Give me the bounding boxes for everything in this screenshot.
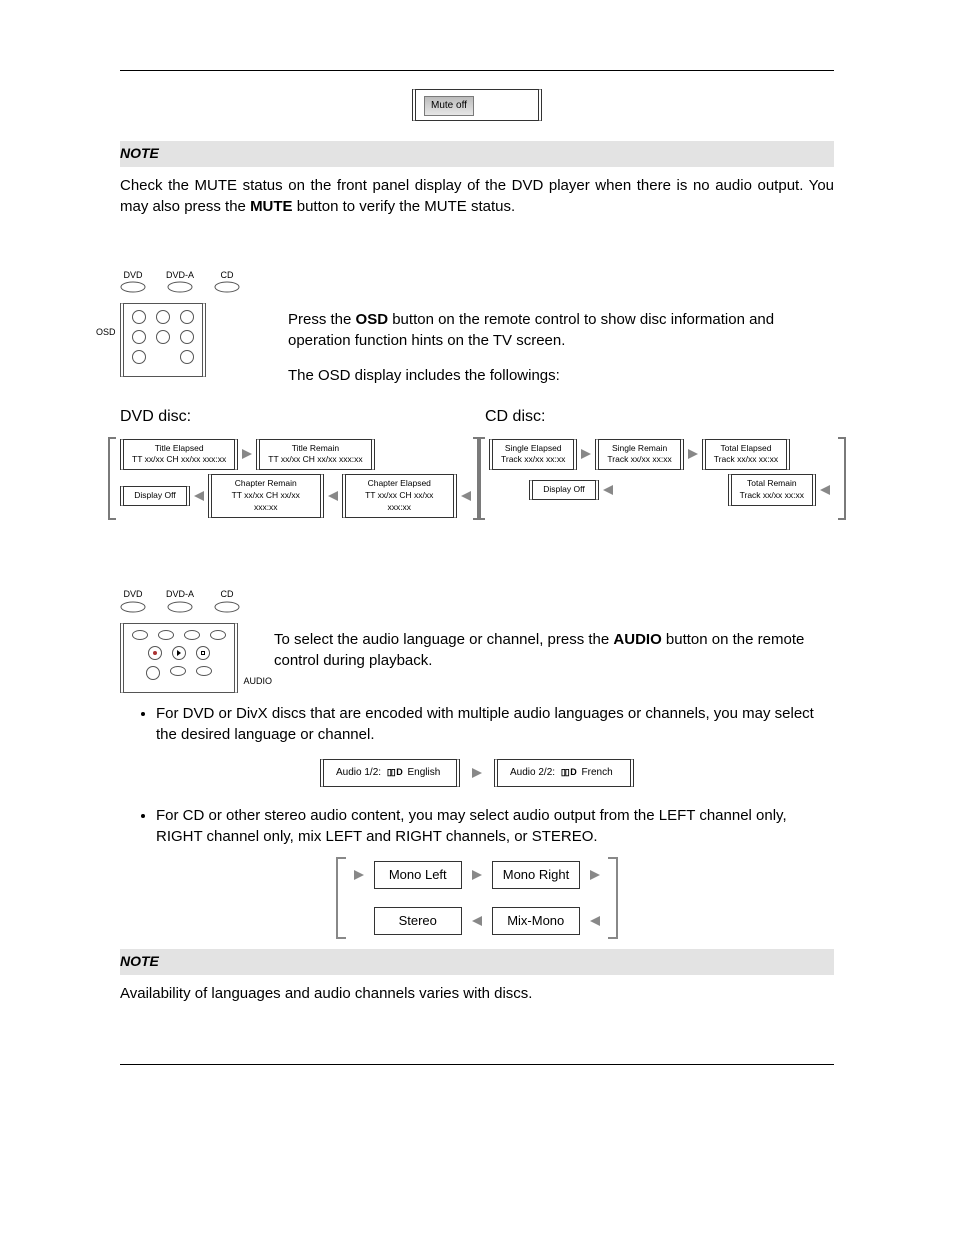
disc-type-badges-osd: DVD DVD-A CD <box>120 269 834 294</box>
language-flow-demo: Audio 1/2: ▯▯ D English Audio 2/2: ▯▯ D … <box>120 759 834 787</box>
badge-dvda: DVD-A <box>166 269 194 294</box>
cd-osd-flow: Single ElapsedTrack xx/xx xx:xx Single R… <box>489 435 834 522</box>
mute-off-label: Mute off <box>424 96 474 116</box>
note-heading-2: NOTE <box>120 949 834 975</box>
osd-pointer-label: OSD <box>96 326 116 339</box>
osd-para-2: The OSD display includes the followings: <box>288 365 834 386</box>
disc-type-badges-audio: DVD DVD-A CD <box>120 588 834 613</box>
audio-para-1: To select the audio language or channel,… <box>274 629 834 671</box>
dvd-disc-heading: DVD disc: <box>120 406 485 428</box>
cd-disc-heading: CD disc: <box>485 406 834 428</box>
audio-bullet-1: For DVD or DivX discs that are encoded w… <box>156 703 834 745</box>
note-2-text: Availability of languages and audio chan… <box>120 983 834 1004</box>
mono-flow-demo: Mono LeftMono Right StereoMix-Mono <box>120 857 834 939</box>
badge-dvd-2: DVD <box>120 588 146 613</box>
remote-osd-snippet: OSD <box>120 303 206 377</box>
badge-dvda-2: DVD-A <box>166 588 194 613</box>
note-heading-1: NOTE <box>120 141 834 167</box>
note-1-text: Check the MUTE status on the front panel… <box>120 175 834 217</box>
audio-bullet-2: For CD or other stereo audio content, yo… <box>156 805 834 847</box>
badge-cd: CD <box>214 269 240 294</box>
badge-cd-2: CD <box>214 588 240 613</box>
audio-pointer-label: AUDIO <box>243 675 272 688</box>
badge-dvd: DVD <box>120 269 146 294</box>
osd-para-1: Press the OSD button on the remote contr… <box>288 309 834 351</box>
remote-audio-snippet: AUDIO <box>120 623 238 693</box>
mute-off-display: Mute off <box>120 89 834 121</box>
dvd-osd-flow: Title ElapsedTT xx/xx CH xx/xx xxx:xx Ti… <box>120 435 475 522</box>
